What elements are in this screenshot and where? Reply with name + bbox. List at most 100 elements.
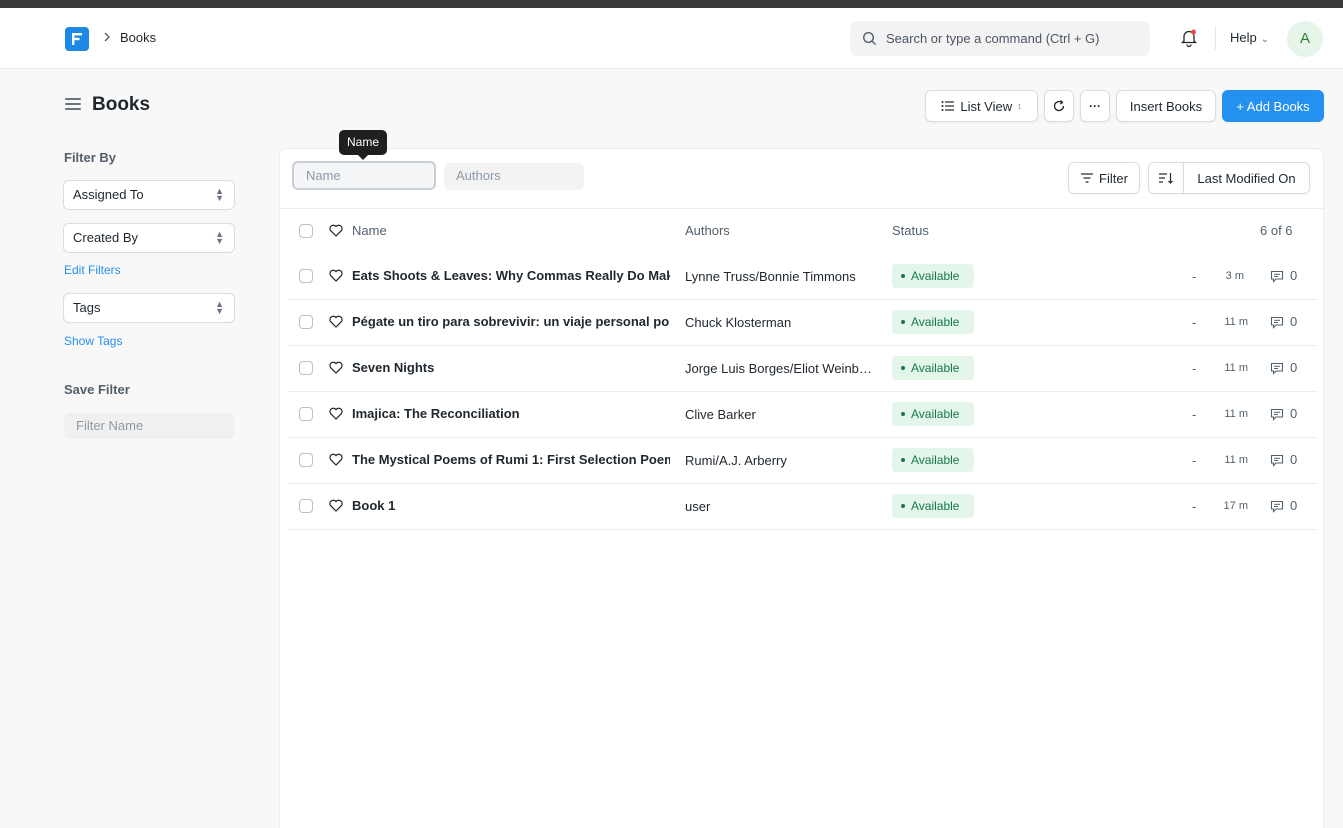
row-name[interactable]: The Mystical Poems of Rumi 1: First Sele…: [352, 452, 670, 467]
save-filter-heading: Save Filter: [64, 382, 130, 397]
name-filter-input[interactable]: Name: [292, 161, 436, 190]
assigned-to-select[interactable]: Assigned To ▲ ▼: [63, 180, 235, 210]
status-badge: Available: [892, 264, 974, 288]
column-header-authors: Authors: [685, 223, 730, 238]
search-icon: [862, 31, 877, 49]
row-modified: 11 m: [1224, 408, 1248, 420]
comment-icon: [1270, 500, 1284, 516]
column-header-status: Status: [892, 223, 929, 238]
help-menu[interactable]: Help ⌄: [1230, 30, 1269, 45]
heart-icon[interactable]: [329, 269, 343, 285]
more-actions-button[interactable]: ···: [1080, 90, 1110, 122]
row-authors: Clive Barker: [685, 407, 756, 422]
row-dash: -: [1192, 315, 1197, 330]
updown-icon: ▲ ▼: [215, 299, 224, 316]
row-authors: Jorge Luis Borges/Eliot Weinberger: [685, 361, 873, 376]
search-bar[interactable]: Search or type a command (Ctrl + G): [850, 21, 1150, 56]
search-placeholder: Search or type a command (Ctrl + G): [886, 31, 1100, 46]
edit-filters-link[interactable]: Edit Filters: [64, 263, 121, 277]
row-name[interactable]: Seven Nights: [352, 360, 670, 375]
avatar[interactable]: A: [1287, 21, 1323, 57]
status-badge: Available: [892, 356, 974, 380]
comment-count: 0: [1290, 314, 1298, 329]
assigned-to-label: Assigned To: [73, 187, 144, 202]
list-card: [279, 148, 1324, 828]
row-dash: -: [1192, 361, 1197, 376]
row-modified: 17 m: [1223, 500, 1248, 512]
list-view-selector[interactable]: List View ↕: [925, 90, 1038, 122]
chevron-down-icon: ⌄: [1260, 34, 1270, 45]
insert-books-button[interactable]: Insert Books: [1116, 90, 1216, 122]
row-name[interactable]: Imajica: The Reconciliation: [352, 406, 670, 421]
show-tags-link[interactable]: Show Tags: [64, 334, 122, 348]
more-icon: ···: [1089, 99, 1101, 113]
heart-icon[interactable]: [329, 407, 343, 423]
row-dash: -: [1192, 453, 1197, 468]
view-selector-label: List View: [960, 98, 1013, 114]
created-by-label: Created By: [73, 230, 139, 245]
row-checkbox[interactable]: [299, 361, 313, 375]
heart-icon[interactable]: [329, 453, 343, 469]
refresh-icon: [1053, 100, 1065, 112]
updown-icon: ▲ ▼: [215, 229, 224, 246]
add-books-button[interactable]: + Add Books: [1222, 90, 1324, 122]
heart-icon[interactable]: [329, 224, 343, 240]
notification-bell-icon[interactable]: [1180, 28, 1198, 51]
list-icon: [941, 101, 955, 111]
comment-icon: [1270, 270, 1284, 286]
status-badge: Available: [892, 494, 974, 518]
authors-filter-input[interactable]: Authors: [444, 163, 584, 190]
help-label: Help: [1230, 30, 1257, 45]
comment-icon: [1270, 408, 1284, 424]
breadcrumb-chevron-icon: [102, 30, 112, 47]
comment-count: 0: [1290, 498, 1298, 513]
row-dash: -: [1192, 269, 1197, 284]
tags-label: Tags: [73, 300, 101, 315]
heart-icon[interactable]: [329, 499, 343, 515]
breadcrumb-books[interactable]: Books: [120, 30, 156, 45]
comment-count: 0: [1290, 360, 1298, 375]
sidebar-toggle-icon[interactable]: [65, 98, 81, 112]
row-divider: [287, 437, 1317, 438]
row-modified: 11 m: [1224, 362, 1248, 374]
sort-direction-button[interactable]: [1148, 162, 1184, 194]
tags-select[interactable]: Tags ▲ ▼: [63, 293, 235, 323]
list-count: 6 of 6: [1260, 223, 1293, 238]
comment-count: 0: [1290, 268, 1298, 283]
updown-icon: ↕: [1017, 101, 1022, 111]
sort-icon: [1159, 173, 1173, 184]
row-checkbox[interactable]: [299, 407, 313, 421]
row-checkbox[interactable]: [299, 315, 313, 329]
row-name[interactable]: Pégate un tiro para sobrevivir: un viaje…: [352, 314, 670, 329]
reload-button[interactable]: [1044, 90, 1074, 122]
heart-icon[interactable]: [329, 361, 343, 377]
navbar: Books Search or type a command (Ctrl + G…: [0, 8, 1343, 69]
filter-by-heading: Filter By: [64, 150, 117, 165]
comment-icon: [1270, 362, 1284, 378]
status-badge: Available: [892, 402, 974, 426]
window-top-strip: [0, 0, 1343, 8]
comment-icon: [1270, 316, 1284, 332]
filter-name-input[interactable]: Filter Name: [64, 413, 234, 439]
row-authors: Rumi/A.J. Arberry: [685, 453, 787, 468]
filter-label: Filter: [1099, 170, 1128, 186]
app-logo[interactable]: [65, 27, 89, 51]
sort-by-button[interactable]: Last Modified On: [1183, 162, 1310, 194]
row-name[interactable]: Book 1: [352, 498, 670, 513]
filter-button[interactable]: Filter: [1068, 162, 1140, 194]
filter-icon: [1081, 173, 1094, 183]
row-modified: 11 m: [1224, 316, 1248, 328]
row-checkbox[interactable]: [299, 453, 313, 467]
heart-icon[interactable]: [329, 315, 343, 331]
select-all-checkbox[interactable]: [299, 224, 313, 238]
column-header-name: Name: [352, 223, 387, 238]
row-divider: [287, 391, 1317, 392]
name-tooltip: Name: [339, 130, 388, 160]
row-checkbox[interactable]: [299, 269, 313, 283]
created-by-select[interactable]: Created By ▲ ▼: [63, 223, 235, 253]
comment-count: 0: [1290, 406, 1298, 421]
row-checkbox[interactable]: [299, 499, 313, 513]
row-divider: [287, 483, 1317, 484]
comment-icon: [1270, 454, 1284, 470]
row-name[interactable]: Eats Shoots & Leaves: Why Commas Really …: [352, 268, 670, 283]
